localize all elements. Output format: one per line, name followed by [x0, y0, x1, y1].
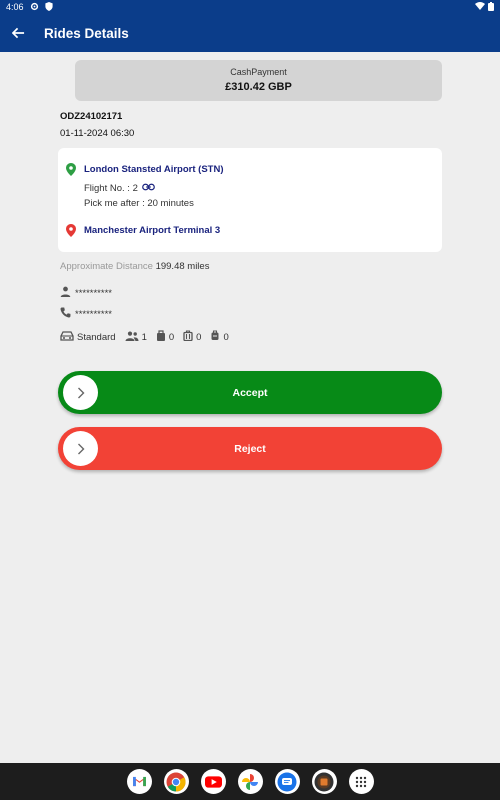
reject-label: Reject: [234, 442, 266, 455]
group-icon: [125, 331, 139, 344]
passenger-name: **********: [75, 287, 112, 299]
settings-icon: [30, 2, 39, 13]
messages-icon[interactable]: [274, 769, 300, 794]
passenger-phone-row: **********: [60, 307, 112, 321]
photos-icon[interactable]: [237, 769, 263, 794]
distance-value: 199.48 miles: [155, 261, 210, 272]
booking-id: ODZ24102171: [60, 111, 123, 122]
payment-card: CashPayment £310.42 GBP: [75, 60, 442, 101]
arrow-back-icon: [11, 27, 24, 39]
chevron-right-icon: [77, 443, 84, 454]
reject-slider[interactable]: Reject: [58, 427, 442, 470]
bag-count: 0: [168, 331, 175, 343]
vehicle-type-chip: Standard: [60, 330, 116, 344]
approximate-distance: Approximate Distance 199.48 miles: [60, 261, 209, 272]
pickup-after: Pick me after : 20 minutes: [84, 198, 194, 209]
passengers-chip: 1: [125, 331, 147, 344]
dropoff-location: Manchester Airport Terminal 3: [84, 224, 221, 236]
passenger-name-row: **********: [60, 286, 112, 300]
chevron-right-icon: [77, 387, 84, 398]
person-icon: [60, 286, 71, 300]
booking-datetime: 01-11-2024 06:30: [60, 128, 135, 139]
vehicle-type: Standard: [77, 331, 116, 343]
car-icon: [60, 330, 74, 344]
pickup-delay: Pick me after : 20 minutes: [84, 198, 194, 209]
passenger-count: 1: [141, 331, 147, 343]
app-bar: Rides Details: [0, 14, 500, 52]
payment-amount: £310.42 GBP: [225, 81, 292, 93]
page-title: Rides Details: [44, 25, 129, 41]
status-bar: 4:06: [0, 0, 500, 14]
phone-icon: [60, 307, 71, 321]
accept-label: Accept: [232, 386, 268, 399]
suitcases-chip: 0: [183, 330, 201, 344]
suitcase-count: 0: [196, 331, 202, 343]
passenger-phone: **********: [75, 308, 112, 320]
pickup-pin-icon: [64, 162, 78, 176]
app-drawer-icon[interactable]: [348, 769, 374, 794]
pickup-row: London Stansted Airport (STN): [64, 162, 224, 176]
shield-icon: [44, 1, 53, 13]
battery-icon: [488, 1, 494, 13]
flight-info: Flight No. : 2: [84, 183, 155, 194]
flight-number: Flight No. : 2: [84, 183, 138, 194]
accept-slider-handle[interactable]: [63, 375, 98, 410]
extra-luggage-count: 0: [223, 331, 229, 343]
bag-icon: [156, 330, 166, 344]
vehicle-info-row: Standard 1 0 0 0: [60, 330, 238, 344]
accept-slider[interactable]: Accept: [58, 371, 442, 414]
wifi-icon: [475, 2, 485, 12]
status-time: 4:06: [6, 2, 24, 12]
link-icon[interactable]: [141, 183, 155, 194]
dropoff-row: Manchester Airport Terminal 3: [64, 223, 220, 237]
distance-label: Approximate Distance: [60, 261, 153, 272]
suitcase-icon: [183, 330, 193, 344]
bags-chip: 0: [156, 330, 174, 344]
chrome-icon[interactable]: [163, 769, 189, 794]
pickup-location: London Stansted Airport (STN): [84, 163, 224, 175]
extra-luggage-chip: 0: [210, 330, 229, 344]
taskbar: [0, 763, 500, 800]
dropoff-pin-icon: [64, 223, 78, 237]
back-button[interactable]: [0, 14, 36, 52]
reject-slider-handle[interactable]: [63, 431, 98, 466]
payment-method: CashPayment: [230, 67, 287, 77]
route-card: London Stansted Airport (STN) Flight No.…: [58, 148, 442, 252]
youtube-icon[interactable]: [200, 769, 226, 794]
luggage-icon: [210, 330, 220, 344]
gmail-icon[interactable]: [126, 769, 152, 794]
camera-icon[interactable]: [311, 769, 337, 794]
